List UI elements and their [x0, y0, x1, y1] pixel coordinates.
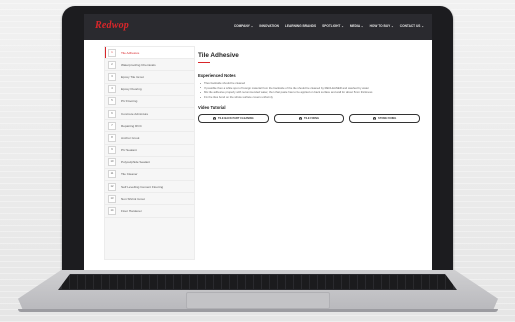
video-button-tile-back-part-cleaning[interactable]: TILE BACK PART CLEANING — [198, 114, 269, 124]
sidebar-item-number: 2 — [108, 60, 116, 69]
sidebar-item-label: PU Sealant — [121, 148, 137, 153]
sidebar-item-epoxy-flooring[interactable]: 4 Epoxy Flooring — [105, 84, 194, 96]
laptop-trackpad — [186, 292, 330, 309]
laptop-base-edge — [18, 309, 498, 312]
sidebar-item-number: 13 — [108, 194, 116, 203]
sidebar-item-self-levelling-cement-flooring[interactable]: 12 Self Levelling Cement Flooring — [105, 181, 194, 194]
sidebar-item-number: 7 — [108, 121, 116, 130]
sidebar-item-epoxy-tile-grout[interactable]: 3 Epoxy Tile Grout — [105, 71, 194, 84]
sidebar-item-label: Repairing RCC — [121, 123, 142, 128]
nav-company[interactable]: COMPANY ⌄ — [234, 24, 254, 28]
sidebar-item-floor-hardener[interactable]: 14 Floor Hardener — [105, 205, 194, 218]
video-button-label: TILE FIXING — [304, 117, 319, 121]
sidebar-item-number: 14 — [108, 207, 116, 216]
sidebar-item-label: Epoxy Tile Grout — [121, 74, 144, 79]
sidebar-item-label: Floor Hardener — [121, 209, 142, 214]
play-icon — [212, 117, 216, 121]
sidebar-item-number: 5 — [108, 97, 116, 106]
sidebar-item-pu-flooring[interactable]: 5 PU Flooring — [105, 96, 194, 108]
nav-media[interactable]: MEDIA ⌄ — [350, 24, 364, 28]
title-underline — [198, 62, 210, 63]
sidebar-item-label: Waterproofing Chemicals — [121, 62, 156, 67]
site-logo[interactable]: Redwop — [95, 20, 129, 31]
video-button-group: TILE BACK PART CLEANING TILE FIXING STON… — [198, 114, 421, 124]
sidebar-item-label: Concrete Admixture — [121, 111, 149, 116]
product-sidebar: 1 Tile Adhesive 2 Waterproofing Chemical… — [104, 46, 195, 260]
video-button-stone-fixing[interactable]: STONE FIXING — [349, 114, 421, 124]
sidebar-item-label: Self Levelling Cement Flooring — [121, 184, 164, 189]
sidebar-item-label: Polysulphide Sealant — [121, 160, 150, 165]
video-tutorial-heading: Video Tutorial — [198, 105, 226, 111]
sidebar-item-number: 12 — [108, 182, 116, 191]
sidebar-item-label: PU Flooring — [121, 99, 138, 104]
note-item: Fix the tiles bond on the whole surface … — [198, 95, 420, 100]
laptop-screen: Redwop COMPANY ⌄ INNOVATION LEARNING BRA… — [84, 14, 432, 270]
sidebar-item-waterproofing-chemicals[interactable]: 2 Waterproofing Chemicals — [105, 59, 194, 72]
laptop-keyboard — [58, 274, 457, 290]
nav-spotlight[interactable]: SPOTLIGHT ⌄ — [322, 24, 344, 28]
page-title: Tile Adhesive — [198, 52, 239, 59]
sidebar-item-concrete-admixture[interactable]: 6 Concrete Admixture — [105, 108, 194, 121]
sidebar-item-number: 9 — [108, 146, 116, 155]
nav-contact-us[interactable]: CONTACT US ⌄ — [400, 24, 424, 28]
sidebar-item-label: Anchor Grout — [121, 135, 140, 140]
sidebar-item-number: 11 — [108, 170, 116, 179]
sidebar-item-label: Non Shrink Grout — [121, 196, 145, 201]
keyboard-keys — [62, 275, 453, 289]
play-icon — [373, 117, 377, 121]
video-button-tile-fixing[interactable]: TILE FIXING — [273, 114, 345, 124]
nav-innovation[interactable]: INNOVATION — [259, 24, 279, 28]
sidebar-item-number: 4 — [108, 85, 116, 94]
site-header: Redwop COMPANY ⌄ INNOVATION LEARNING BRA… — [84, 14, 432, 40]
sidebar-item-label: Epoxy Flooring — [121, 87, 142, 92]
sidebar-item-polysulphide-sealant[interactable]: 10 Polysulphide Sealant — [105, 157, 194, 169]
sidebar-item-label: Tile Cleaner — [121, 172, 138, 177]
video-button-label: TILE BACK PART CLEANING — [217, 117, 254, 121]
sidebar-item-non-shrink-grout[interactable]: 13 Non Shrink Grout — [105, 193, 194, 206]
sidebar-item-repairing-rcc[interactable]: 7 Repairing RCC — [105, 120, 194, 133]
nav-learning-brands[interactable]: LEARNING BRANDS — [285, 24, 316, 28]
nav-how-to-buy[interactable]: HOW TO BUY ⌄ — [370, 24, 394, 28]
main-nav: COMPANY ⌄ INNOVATION LEARNING BRANDS SPO… — [234, 24, 424, 28]
play-icon — [299, 117, 302, 121]
video-button-label: STONE FIXING — [378, 117, 397, 121]
sidebar-item-label: Tile Adhesive — [121, 50, 140, 55]
sidebar-item-number: 8 — [108, 133, 116, 142]
sidebar-item-pu-sealant[interactable]: 9 PU Sealant — [105, 145, 194, 157]
notes-heading: Experienced Notes — [198, 73, 236, 78]
sidebar-item-tile-adhesive[interactable]: 1 Tile Adhesive — [105, 47, 194, 60]
sidebar-item-tile-cleaner[interactable]: 11 Tile Cleaner — [105, 169, 194, 182]
main-content: Tile Adhesive Experienced Notes Tiles ba… — [198, 52, 421, 124]
sidebar-item-number: 10 — [108, 158, 116, 167]
sidebar-item-anchor-grout[interactable]: 8 Anchor Grout — [105, 132, 194, 145]
sidebar-item-number: 1 — [108, 48, 116, 57]
sidebar-item-number: 6 — [108, 109, 116, 118]
sidebar-item-number: 3 — [108, 72, 116, 81]
